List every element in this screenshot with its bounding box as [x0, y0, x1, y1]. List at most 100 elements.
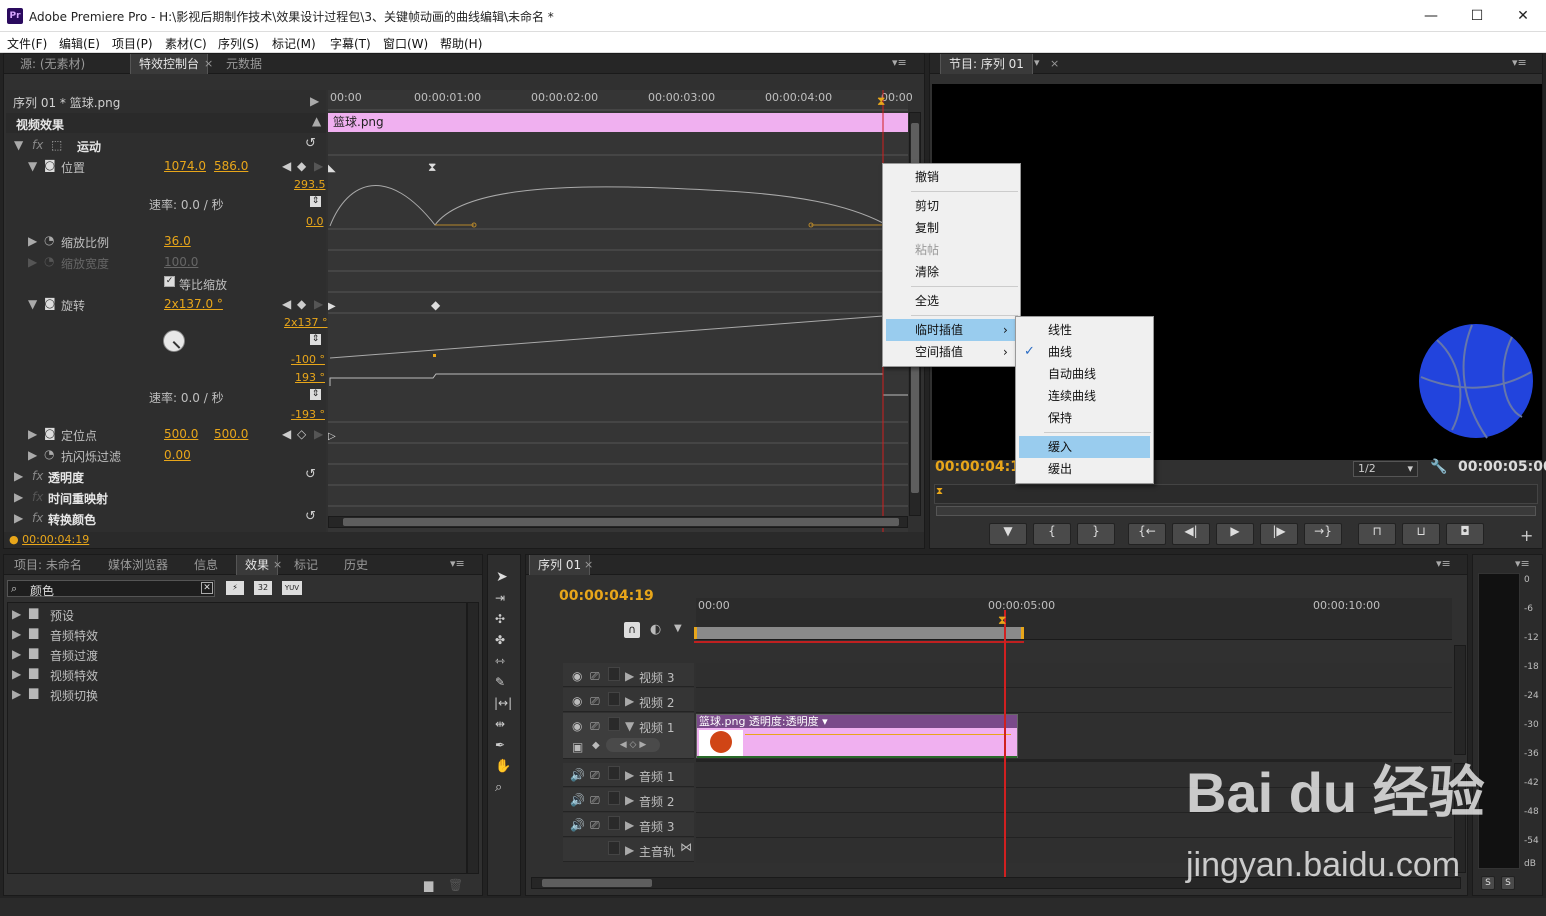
tab-sequence[interactable]: 序列 01 [529, 555, 591, 575]
menu-project[interactable]: 项目(P) [112, 35, 153, 52]
marker-icon[interactable]: ▼ [674, 623, 682, 634]
lock-toggle[interactable] [608, 692, 620, 706]
eye-icon[interactable]: ◉ [572, 669, 582, 683]
pen-tool-icon[interactable]: ✒ [495, 738, 505, 752]
expand-track-icon[interactable]: ▶ [625, 768, 634, 782]
menu-edit[interactable]: 编辑(E) [59, 35, 100, 52]
expand-icon[interactable]: ▶ [12, 607, 21, 621]
menu-item-spatial-interpolation[interactable]: 空间插值 [883, 341, 1020, 363]
expand-track-icon[interactable]: ▶ [625, 793, 634, 807]
effects-search-input[interactable]: ⌕ 颜色 ✕ [7, 580, 215, 598]
add-keyframe-icon[interactable]: ◆ [297, 297, 306, 311]
solo-left-button[interactable]: S [1481, 876, 1495, 890]
submenu-item-hold[interactable]: 保持 [1016, 407, 1153, 429]
speaker-icon[interactable]: 🔊 [570, 793, 585, 807]
expand-rotation-icon[interactable]: ▼ [28, 297, 37, 311]
scroll-thumb[interactable] [542, 879, 652, 887]
reset-icon[interactable]: ↺ [305, 136, 316, 151]
folder-presets[interactable]: 预设 [50, 607, 74, 624]
close-icon[interactable]: × [1050, 57, 1059, 70]
step-back-button[interactable]: ◀| [1172, 523, 1210, 545]
play-button[interactable]: ▶ [1216, 523, 1254, 545]
graph-fit-icon[interactable]: ⇕ [310, 389, 321, 400]
graph-fit-icon[interactable]: ⇕ [310, 334, 321, 345]
lift-button[interactable]: ⊓ [1358, 523, 1396, 545]
panel-menu-icon[interactable]: ▾≡ [892, 56, 907, 69]
keyframe-sync-icon[interactable]: ◐ [650, 622, 661, 637]
submenu-item-bezier[interactable]: 曲线 [1016, 341, 1153, 363]
anchor-x-value[interactable]: 500.0 [164, 427, 198, 441]
sync-lock-icon[interactable]: ⎚ [590, 694, 600, 709]
track-select-tool-icon[interactable]: ⇥ [495, 591, 505, 605]
new-bin-icon[interactable]: ▆ [424, 878, 433, 892]
submenu-item-continuous-bezier[interactable]: 连续曲线 [1016, 385, 1153, 407]
horizontal-scrollbar[interactable] [328, 516, 908, 528]
video-clip[interactable]: 篮球.png 透明度:透明度 ▾ [696, 714, 1018, 758]
playhead-marker-icon[interactable]: ⧗ [936, 486, 943, 497]
sync-lock-icon[interactable]: ⎚ [590, 818, 600, 833]
zoom-tool-icon[interactable]: ⌕ [495, 780, 502, 795]
sync-lock-icon[interactable]: ⎚ [590, 768, 600, 783]
footer-timecode[interactable]: ● 00:00:04:19 [9, 533, 89, 546]
next-keyframe-icon[interactable]: ▶ [314, 427, 323, 441]
work-area-bar[interactable] [694, 627, 1024, 639]
rotation-graph-top[interactable]: 2x137 ° [284, 316, 328, 329]
expand-icon[interactable]: ▶ [12, 647, 21, 661]
prev-keyframe-icon[interactable]: ◀ [282, 427, 291, 441]
close-button[interactable]: ✕ [1500, 0, 1546, 32]
menu-marker[interactable]: 标记(M) [272, 35, 316, 52]
maximize-button[interactable]: ☐ [1454, 0, 1500, 32]
position-graph-bottom[interactable]: 0.0 [306, 215, 324, 228]
add-marker-button[interactable]: ▼ [989, 523, 1027, 545]
stopwatch-icon[interactable]: ◙ [44, 296, 56, 310]
menu-item-select-all[interactable]: 全选 [883, 290, 1020, 312]
expand-scale-icon[interactable]: ▶ [28, 234, 37, 248]
tab-source[interactable]: 源: (无素材) [12, 54, 93, 74]
expand-icon[interactable]: ▶ [12, 627, 21, 641]
lock-toggle[interactable] [608, 816, 620, 830]
wrench-icon[interactable]: 🔧 [1430, 459, 1447, 475]
tab-effects[interactable]: 效果 [236, 555, 279, 575]
tab-history[interactable]: 历史 [336, 555, 376, 575]
lock-toggle[interactable] [608, 841, 620, 855]
minimize-button[interactable]: — [1408, 0, 1454, 32]
add-keyframe-icon[interactable]: ◇ [297, 427, 306, 441]
expand-icon[interactable]: ▶ [12, 667, 21, 681]
dropdown-icon[interactable]: ▾ [1034, 56, 1040, 69]
close-icon[interactable]: × [273, 558, 282, 571]
graph-fit-icon[interactable]: ⇕ [310, 196, 321, 207]
menu-item-copy[interactable]: 复制 [883, 217, 1020, 239]
selection-tool-icon[interactable]: ➤ [496, 569, 508, 585]
prev-keyframe-icon[interactable]: ◀ [282, 159, 291, 173]
tab-markers[interactable]: 标记 [286, 555, 326, 575]
stopwatch-icon[interactable]: ◔ [44, 233, 54, 247]
eye-icon[interactable]: ◉ [572, 694, 582, 708]
submenu-item-linear[interactable]: 线性 [1016, 319, 1153, 341]
menu-title[interactable]: 字幕(T) [330, 35, 371, 52]
menu-sequence[interactable]: 序列(S) [218, 35, 259, 52]
expand-track-icon[interactable]: ▶ [625, 843, 634, 857]
expand-icon[interactable]: ▶ [12, 687, 21, 701]
next-keyframe-icon[interactable]: ▶ [314, 297, 323, 311]
rotation-velocity-bottom[interactable]: -193 ° [291, 408, 325, 421]
timeline-playhead[interactable] [1004, 610, 1006, 878]
play-arrow-icon[interactable]: ▶ [310, 94, 319, 108]
accelerated-effects-icon[interactable]: ⚡ [226, 581, 244, 595]
expand-anchor-icon[interactable]: ▶ [28, 427, 37, 441]
rotation-dial[interactable] [163, 330, 185, 352]
solo-right-button[interactable]: S [1501, 876, 1515, 890]
stopwatch-icon[interactable]: ◔ [44, 447, 54, 461]
go-to-out-button[interactable]: →} [1304, 523, 1342, 545]
position-graph-top[interactable]: 293.5 [294, 178, 326, 191]
tab-metadata[interactable]: 元数据 [218, 54, 270, 74]
clear-search-icon[interactable]: ✕ [201, 582, 213, 594]
slip-tool-icon[interactable]: |↔| [494, 696, 512, 710]
ripple-edit-tool-icon[interactable]: ✣ [495, 612, 505, 626]
expand-timeremap-icon[interactable]: ▶ [14, 490, 23, 504]
add-keyframe-icon[interactable]: ◆ [297, 159, 306, 173]
rate-stretch-tool-icon[interactable]: ⇿ [495, 654, 505, 668]
add-button-icon[interactable]: + [1520, 526, 1533, 545]
step-forward-button[interactable]: |▶ [1260, 523, 1298, 545]
rotation-velocity-top[interactable]: 193 ° [295, 371, 325, 384]
menu-window[interactable]: 窗口(W) [383, 35, 428, 52]
